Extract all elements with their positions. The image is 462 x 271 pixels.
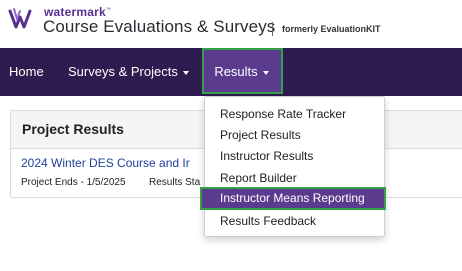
menu-item-instructor-means-reporting[interactable]: Instructor Means Reporting <box>200 187 386 210</box>
menu-item-results-feedback[interactable]: Results Feedback <box>220 214 316 228</box>
chevron-down-icon <box>182 70 189 75</box>
watermark-logo-icon <box>8 8 32 29</box>
product-title: Course Evaluations & Surveys <box>43 17 276 36</box>
brand-divider <box>272 22 273 36</box>
nav-surveys-projects[interactable]: Surveys & Projects <box>68 48 189 96</box>
results-status-text: Results Sta <box>149 177 201 188</box>
formerly-text: formerly EvaluationKIT <box>282 24 381 34</box>
menu-item-project-results[interactable]: Project Results <box>220 128 301 142</box>
nav-home[interactable]: Home <box>9 48 44 96</box>
panel-title: Project Results <box>22 121 124 137</box>
brand-header: watermark™ Course Evaluations & Surveys … <box>0 0 462 48</box>
menu-item-instructor-results[interactable]: Instructor Results <box>220 149 313 163</box>
results-dropdown-menu: Response Rate Tracker Project Results In… <box>204 96 385 237</box>
project-link[interactable]: 2024 Winter DES Course and Ir <box>21 156 190 170</box>
project-ends-text: Project Ends - 1/5/2025 <box>21 177 126 188</box>
nav-results[interactable]: Results <box>202 48 283 94</box>
menu-item-response-rate-tracker[interactable]: Response Rate Tracker <box>220 107 346 121</box>
menu-item-report-builder[interactable]: Report Builder <box>220 171 297 185</box>
chevron-down-icon <box>262 70 269 75</box>
